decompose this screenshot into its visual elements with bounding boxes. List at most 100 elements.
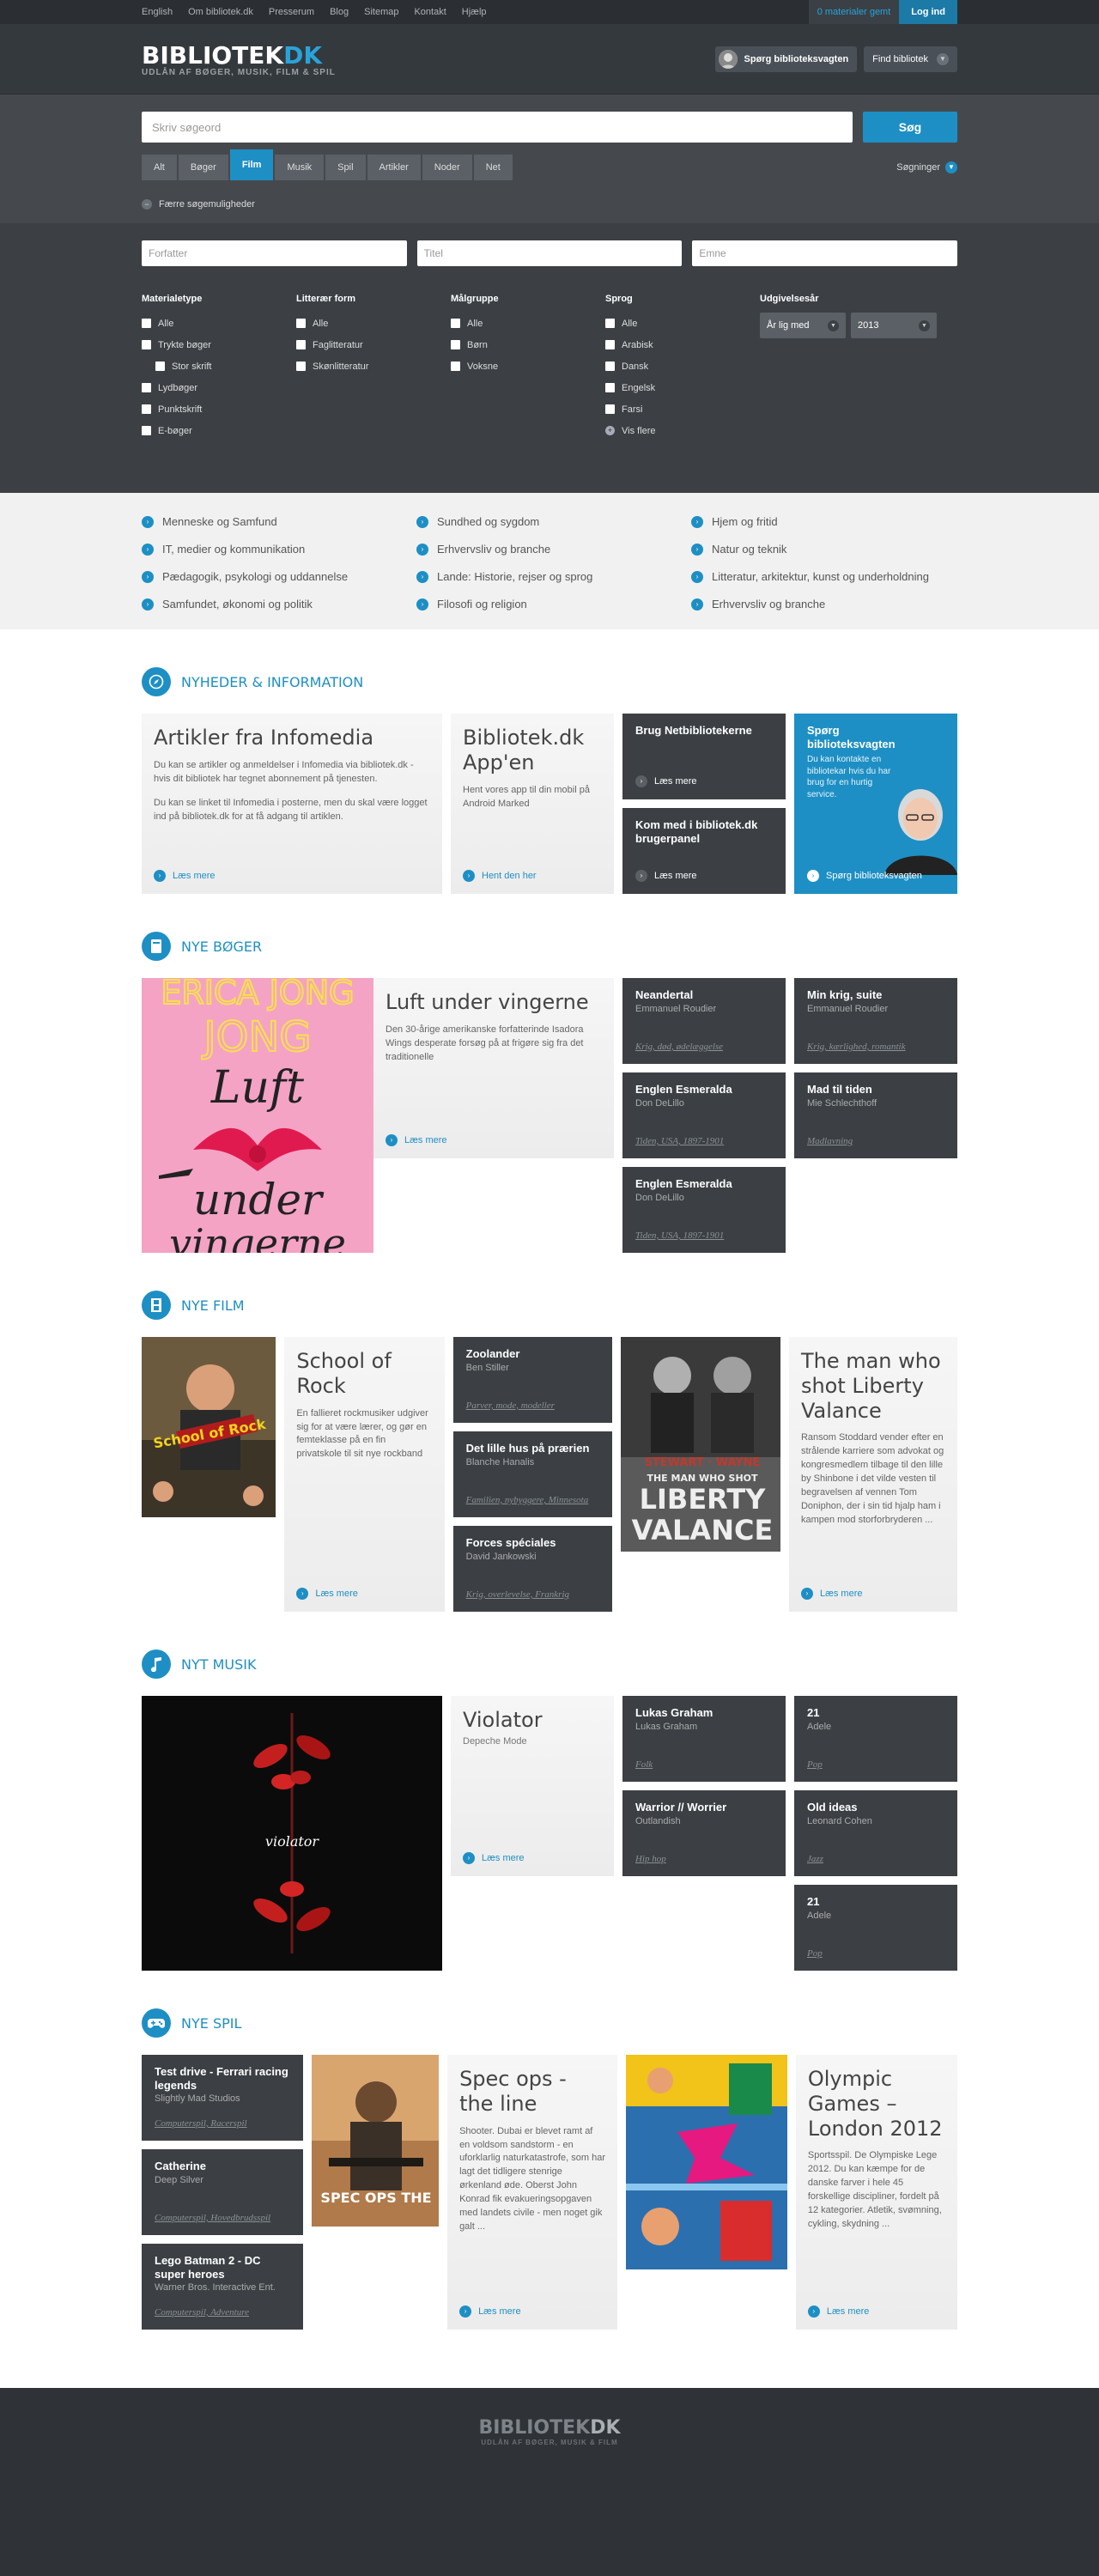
footer-logo[interactable]: BIBLIOTEKDK UDLÅN AF BØGER, MUSIK & FILM xyxy=(478,2417,620,2576)
album-item[interactable]: Warrior // Worrier Outlandish Hip hop xyxy=(622,1790,786,1876)
checkbox[interactable] xyxy=(605,319,615,328)
category-link[interactable]: › Natur og teknik xyxy=(691,543,966,556)
author-field[interactable]: Forfatter xyxy=(142,240,407,266)
checkbox[interactable] xyxy=(451,319,460,328)
game-item[interactable]: Catherine Deep Silver Computerspil, Hovedb… xyxy=(142,2149,303,2235)
ask-librarian-card[interactable]: Spørg biblioteksvagten Du kan kontakte e… xyxy=(794,714,957,894)
film-item[interactable]: Forces spéciales David Jankowski Krig, ove… xyxy=(452,1526,613,1612)
checkbox-option[interactable]: Punktskrift xyxy=(142,398,296,420)
film-feature-card[interactable]: School of Rock En fallieret rockmusiker … xyxy=(284,1337,445,1612)
item-tags[interactable]: Hip hop xyxy=(635,1854,666,1864)
checkbox-option[interactable]: Alle xyxy=(296,313,451,334)
read-more-link[interactable]: › Læs mere xyxy=(635,870,697,882)
book-cover[interactable]: ERICA JONG JONG Luft under vingerne xyxy=(142,978,373,1253)
checkbox[interactable] xyxy=(451,340,460,349)
item-tags[interactable]: Computerspil, Racerspil xyxy=(155,2118,247,2129)
category-link[interactable]: › Pædagogik, psykologi og uddannelse xyxy=(142,570,416,583)
category-link[interactable]: › Erhvervsliv og branche xyxy=(416,543,691,556)
category-link[interactable]: › Menneske og Samfund xyxy=(142,515,416,528)
tab-books[interactable]: Bøger xyxy=(178,155,228,180)
checkbox-option[interactable]: Arabisk xyxy=(605,334,760,355)
category-link[interactable]: › Litteratur, arkitektur, kunst og underh… xyxy=(691,570,966,583)
read-more-link[interactable]: › Læs mere xyxy=(154,870,216,882)
year-mode-select[interactable]: År lig med ▼ xyxy=(760,313,846,338)
checkbox[interactable] xyxy=(605,404,615,414)
read-more-link[interactable]: › Læs mere xyxy=(463,1852,525,1864)
item-tags[interactable]: Pop xyxy=(807,1759,823,1770)
app-card[interactable]: Bibliotek.dk App'en Hent vores app til d… xyxy=(451,714,614,894)
link-sitemap[interactable]: Sitemap xyxy=(364,7,398,17)
item-tags[interactable]: Computerspil, Adventure xyxy=(155,2307,249,2318)
infomedia-card[interactable]: Artikler fra Infomedia Du kan se artikle… xyxy=(142,714,442,894)
checkbox[interactable] xyxy=(605,361,615,371)
ask-librarian-link[interactable]: › Spørg biblioteksvagten xyxy=(807,870,922,882)
checkbox-option[interactable]: Trykte bøger xyxy=(142,334,296,355)
item-tags[interactable]: Computerspil, Hovedbrudsspil xyxy=(155,2213,270,2223)
game-item[interactable]: Lego Batman 2 - DC super heroes Warner Br… xyxy=(142,2244,303,2330)
tab-articles[interactable]: Artikler xyxy=(367,155,421,180)
tab-sheet-music[interactable]: Noder xyxy=(422,155,472,180)
login-button[interactable]: Log ind xyxy=(899,0,957,24)
item-tags[interactable]: Krig, død, ødelæggelse xyxy=(635,1042,723,1052)
netlibraries-card[interactable]: Brug Netbibliotekerne › Læs mere xyxy=(622,714,786,799)
checkbox-option[interactable]: E-bøger xyxy=(142,420,296,441)
read-more-link[interactable]: › Læs mere xyxy=(800,1588,862,1600)
link-press[interactable]: Presserum xyxy=(269,7,314,17)
read-more-link[interactable]: › Læs mere xyxy=(386,1134,447,1146)
album-item[interactable]: Lukas Graham Lukas Graham Folk xyxy=(622,1696,786,1782)
category-link[interactable]: › Filosofi og religion xyxy=(416,598,691,611)
site-logo[interactable]: BIBLIOTEKDK UDLÅN AF BØGER, MUSIK, FILM … xyxy=(142,41,715,77)
checkbox[interactable] xyxy=(296,319,306,328)
checkbox-option[interactable]: Alle xyxy=(451,313,605,334)
item-tags[interactable]: Familien, nybyggere, Minnesota xyxy=(466,1495,589,1505)
item-tags[interactable]: Parver, mode, modeller xyxy=(466,1400,555,1411)
category-link[interactable]: › Lande: Historie, rejser og sprog xyxy=(416,570,691,583)
category-link[interactable]: › IT, medier og kommunikation xyxy=(142,543,416,556)
album-item[interactable]: Old ideas Leonard Cohen Jazz xyxy=(794,1790,957,1876)
subject-field[interactable]: Emne xyxy=(692,240,958,266)
game-cover[interactable]: SPEC OPS THE xyxy=(311,2055,440,2227)
item-tags[interactable]: Krig, overlevelse, Frankrig xyxy=(466,1589,569,1600)
search-history-toggle[interactable]: Søgninger ▼ xyxy=(896,161,957,173)
tab-music[interactable]: Musik xyxy=(275,155,325,180)
category-link[interactable]: › Hjem og fritid xyxy=(691,515,966,528)
item-tags[interactable]: Pop xyxy=(807,1948,823,1959)
checkbox[interactable] xyxy=(296,361,306,371)
download-app-link[interactable]: › Hent den her xyxy=(463,870,537,882)
tab-film[interactable]: Film xyxy=(229,149,274,180)
book-item[interactable]: Englen Esmeralda Don DeLillo Tiden, USA, 1… xyxy=(622,1072,786,1158)
tab-all[interactable]: Alt xyxy=(142,155,177,180)
checkbox[interactable] xyxy=(142,404,151,414)
link-blog[interactable]: Blog xyxy=(330,7,349,17)
item-tags[interactable]: Tiden, USA, 1897-1901 xyxy=(635,1230,724,1241)
checkbox-option[interactable]: Engelsk xyxy=(605,377,760,398)
year-value-select[interactable]: 2013 ▼ xyxy=(851,313,937,338)
category-link[interactable]: › Erhvervsliv og branche xyxy=(691,598,966,611)
checkbox-option[interactable]: Faglitteratur xyxy=(296,334,451,355)
category-link[interactable]: › Sundhed og sygdom xyxy=(416,515,691,528)
book-item[interactable]: Neandertal Emmanuel Roudier Krig, død, øde… xyxy=(622,978,786,1064)
show-more-languages[interactable]: + Vis flere xyxy=(605,420,760,441)
game-item[interactable]: Test drive - Ferrari racing legends Sligh… xyxy=(142,2055,303,2141)
search-button[interactable]: Søg xyxy=(863,112,957,143)
book-item[interactable]: Mad til tiden Mie Schlechthoff Madlavning xyxy=(794,1072,957,1158)
checkbox-option[interactable]: Voksne xyxy=(451,355,605,377)
game-feature-card[interactable]: Olympic Games – London 2012 Sportsspil. … xyxy=(795,2055,957,2330)
album-feature-card[interactable]: Violator Depeche Mode › Læs mere xyxy=(451,1696,614,1876)
checkbox[interactable] xyxy=(142,340,151,349)
read-more-link[interactable]: › Læs mere xyxy=(807,2306,869,2318)
film-cover[interactable]: School of Rock xyxy=(142,1337,276,1517)
item-tags[interactable]: Krig, kærlighed, romantik xyxy=(807,1042,905,1052)
tab-net[interactable]: Net xyxy=(473,155,513,180)
read-more-link[interactable]: › Læs mere xyxy=(296,1588,358,1600)
film-cover[interactable]: STEWART · WAYNE THE MAN WHO SHOT LIBERTY VA… xyxy=(621,1337,780,1552)
checkbox[interactable] xyxy=(142,319,151,328)
book-item[interactable]: Min krig, suite Emmanuel Roudier Krig, kær… xyxy=(794,978,957,1064)
item-tags[interactable]: Jazz xyxy=(807,1854,823,1864)
read-more-link[interactable]: › Læs mere xyxy=(459,2306,521,2318)
link-help[interactable]: Hjælp xyxy=(462,7,487,17)
checkbox[interactable] xyxy=(605,340,615,349)
item-tags[interactable]: Madlavning xyxy=(807,1136,853,1146)
link-contact[interactable]: Kontakt xyxy=(414,7,446,17)
checkbox-option[interactable]: Skønlitteratur xyxy=(296,355,451,377)
